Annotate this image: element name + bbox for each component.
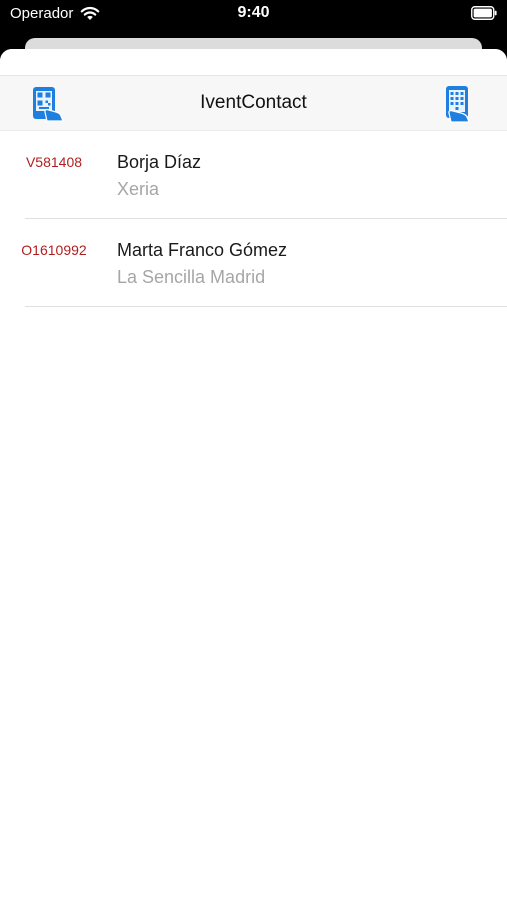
page-title: IventContact <box>200 92 307 113</box>
contact-name: Borja Díaz <box>117 152 202 172</box>
status-bar: Operador 9:40 <box>0 0 507 30</box>
keypad-entry-icon <box>441 86 477 127</box>
contact-company: La Sencilla Madrid <box>117 267 266 287</box>
contact-name: Marta Franco Gómez <box>117 240 288 260</box>
contact-list: V581408 Borja Díaz Xeria O1610992 Marta … <box>0 131 507 307</box>
sheet-grabber-area <box>0 49 507 75</box>
app-screen: Operador 9:40 IventContact V581408 Borja… <box>0 0 507 900</box>
battery-icon <box>471 6 497 20</box>
clock: 9:40 <box>237 4 270 21</box>
row-divider <box>25 306 507 307</box>
contact-company: Xeria <box>117 179 160 199</box>
contact-row[interactable]: V581408 Borja Díaz Xeria <box>0 131 507 219</box>
navigation-bar: IventContact <box>0 75 507 131</box>
contact-code: V581408 <box>25 154 83 170</box>
modal-sheet: IventContact V581408 Borja Díaz Xeria O1… <box>0 49 507 900</box>
keypad-entry-button[interactable] <box>441 85 477 123</box>
contact-row[interactable]: O1610992 Marta Franco Gómez La Sencilla … <box>0 219 507 307</box>
contact-code: O1610992 <box>21 242 87 258</box>
